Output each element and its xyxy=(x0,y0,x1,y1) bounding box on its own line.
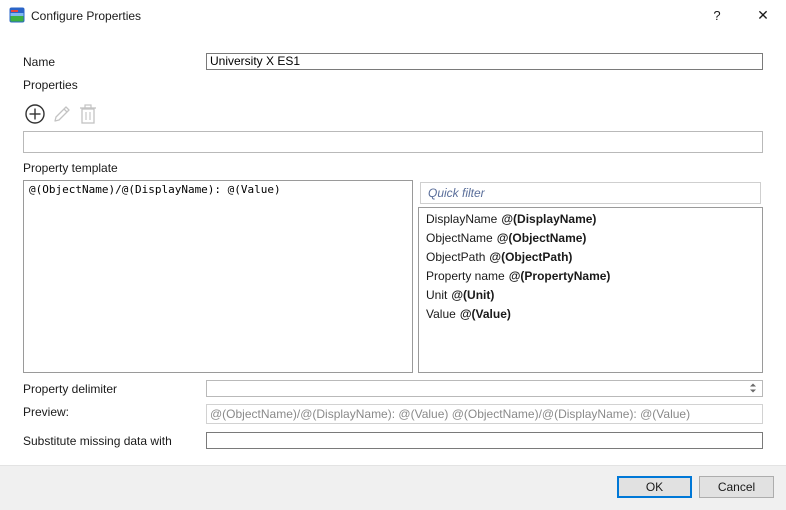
dialog-footer: OK Cancel xyxy=(0,465,786,510)
title-bar: Configure Properties ? ✕ xyxy=(0,0,786,32)
app-icon xyxy=(9,7,25,23)
list-item[interactable]: ObjectName @(ObjectName) xyxy=(419,229,762,248)
property-delimiter-input[interactable] xyxy=(206,380,763,397)
property-template-label: Property template xyxy=(23,161,118,175)
ok-button[interactable]: OK xyxy=(617,476,692,498)
cancel-button[interactable]: Cancel xyxy=(699,476,774,498)
list-item[interactable]: Value @(Value) xyxy=(419,305,762,324)
quick-filter-input[interactable]: Quick filter xyxy=(420,182,761,204)
trash-icon[interactable] xyxy=(77,103,99,125)
spin-arrows-icon[interactable] xyxy=(745,381,761,395)
properties-input[interactable] xyxy=(23,131,763,153)
preview-field: @(ObjectName)/@(DisplayName): @(Value) @… xyxy=(206,404,763,424)
list-item[interactable]: Unit @(Unit) xyxy=(419,286,762,305)
substitute-missing-input[interactable] xyxy=(206,432,763,449)
substitute-missing-label: Substitute missing data with xyxy=(23,434,172,448)
pencil-icon[interactable] xyxy=(51,103,73,125)
window-title: Configure Properties xyxy=(31,9,142,23)
help-button[interactable]: ? xyxy=(703,0,731,32)
property-template-textarea[interactable]: @(ObjectName)/@(DisplayName): @(Value) xyxy=(23,180,413,373)
preview-label: Preview: xyxy=(23,405,70,419)
list-item[interactable]: Property name @(PropertyName) xyxy=(419,267,762,286)
list-item[interactable]: ObjectPath @(ObjectPath) xyxy=(419,248,762,267)
configure-properties-dialog: Configure Properties ? ✕ Name University… xyxy=(0,0,786,510)
close-button[interactable]: ✕ xyxy=(743,0,783,32)
property-delimiter-label: Property delimiter xyxy=(23,382,118,396)
name-label: Name xyxy=(23,55,56,69)
properties-label: Properties xyxy=(23,78,78,92)
circle-plus-icon[interactable] xyxy=(24,103,46,125)
name-input[interactable]: University X ES1 xyxy=(206,53,763,70)
list-item[interactable]: DisplayName @(DisplayName) xyxy=(419,210,762,229)
variable-list: DisplayName @(DisplayName) ObjectName @(Ob… xyxy=(418,207,763,373)
